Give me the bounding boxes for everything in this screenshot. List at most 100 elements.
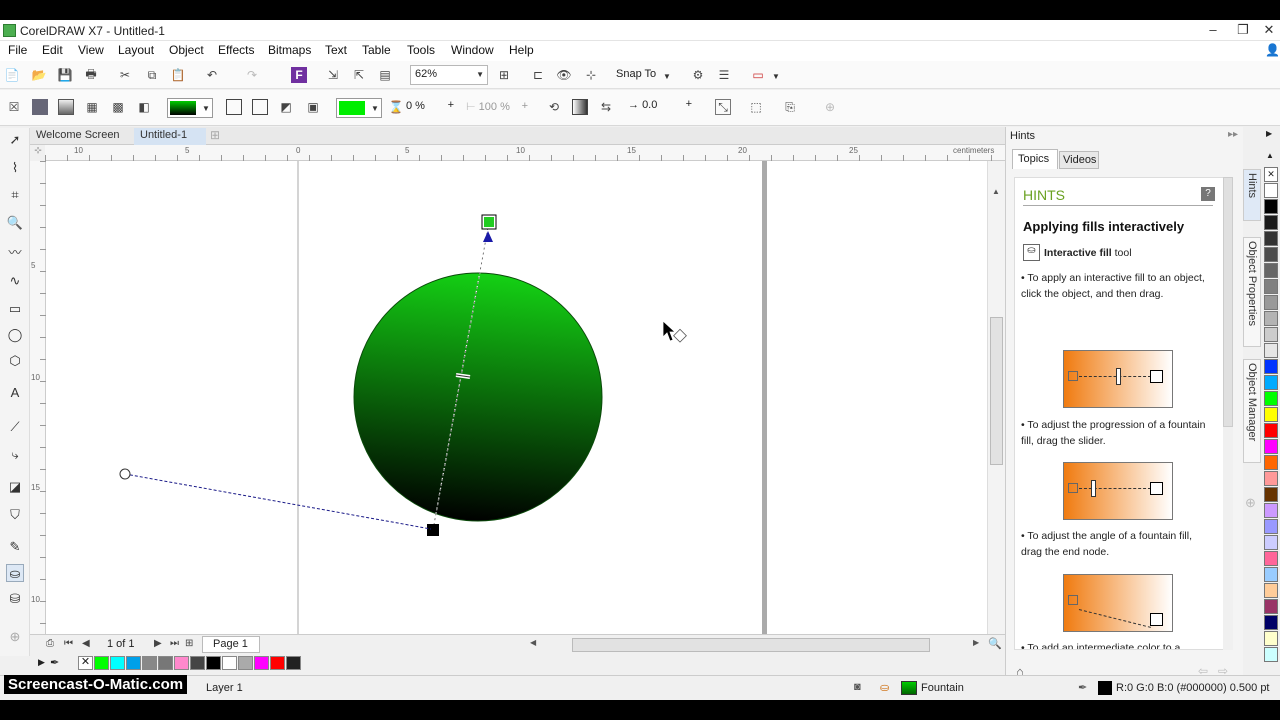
reverse-fill-icon[interactable]: ⟲ — [546, 99, 562, 115]
free-scale-skew-icon[interactable]: ⤡ — [715, 99, 731, 115]
redo-icon[interactable]: ↷ — [244, 67, 260, 83]
options-icon[interactable]: ⚙ — [690, 67, 706, 83]
color-swatch[interactable] — [1264, 391, 1278, 406]
color-swatch[interactable] — [1264, 327, 1278, 342]
color-swatch[interactable] — [1264, 311, 1278, 326]
angle-handle[interactable] — [119, 468, 131, 480]
color-swatch[interactable] — [142, 656, 157, 670]
show-grid-icon[interactable]: 👁 — [556, 67, 572, 83]
add-tool-icon[interactable]: ⊕ — [6, 628, 24, 646]
color-swatch[interactable] — [1264, 359, 1278, 374]
save-icon[interactable]: 💾 — [57, 67, 73, 83]
color-swatch[interactable] — [1264, 551, 1278, 566]
scroll-thumb[interactable] — [990, 317, 1003, 465]
drop-shadow-tool-icon[interactable]: ◪ — [6, 478, 24, 496]
pattern-fill-icon[interactable]: ▦ — [84, 99, 100, 115]
tab-videos[interactable]: Videos — [1059, 151, 1099, 169]
menu-effects[interactable]: Effects — [218, 43, 254, 57]
add-icon[interactable]: ⊕ — [822, 99, 838, 115]
docker-tab-object-manager[interactable]: Object Manager — [1243, 359, 1261, 463]
undo-icon[interactable]: ↶ — [204, 67, 220, 83]
mirror-fill-icon[interactable]: ⇆ — [598, 99, 614, 115]
color-swatch[interactable] — [174, 656, 189, 670]
docker-tab-object-properties[interactable]: Object Properties — [1243, 237, 1261, 347]
color-swatch[interactable] — [1264, 343, 1278, 358]
plus-icon[interactable]: + — [686, 98, 692, 110]
color-swatch[interactable] — [238, 656, 253, 670]
crop-tool-icon[interactable]: ⌗ — [6, 186, 24, 204]
page-layout-icon[interactable]: ⎙ — [46, 638, 54, 649]
menu-table[interactable]: Table — [362, 43, 391, 57]
drawing-canvas[interactable] — [46, 161, 988, 656]
outline-pen-icon[interactable]: ✒ — [1078, 681, 1087, 694]
menu-window[interactable]: Window — [451, 43, 494, 57]
texture-fill-icon[interactable]: ▩ — [110, 99, 126, 115]
show-rulers-icon[interactable]: ⊏ — [530, 67, 546, 83]
plus-icon[interactable]: + — [522, 100, 528, 112]
color-swatch[interactable] — [126, 656, 141, 670]
new-tab-icon[interactable]: ⊞ — [210, 128, 224, 142]
menu-layout[interactable]: Layout — [118, 43, 154, 57]
node-color-picker[interactable]: ▼ — [336, 98, 382, 118]
palette-arrow-icon[interactable]: ▶ — [38, 657, 45, 668]
rectangle-tool-icon[interactable]: ▭ — [6, 300, 24, 318]
color-swatch[interactable] — [1264, 263, 1278, 278]
color-swatch[interactable] — [1264, 599, 1278, 614]
artistic-media-tool-icon[interactable]: ∿ — [6, 272, 24, 290]
hints-scrollbar[interactable] — [1223, 177, 1233, 650]
start-node[interactable] — [427, 524, 439, 536]
zoom-tool-icon[interactable]: 🔍 — [6, 214, 24, 232]
publish-pdf-icon[interactable]: ▤ — [377, 67, 393, 83]
acceleration-field[interactable]: → 0.0 + — [628, 98, 698, 117]
pick-tool-icon[interactable]: ➚ — [6, 131, 24, 149]
scroll-right-icon[interactable]: ▶ — [973, 638, 979, 647]
color-swatch[interactable] — [1264, 423, 1278, 438]
gradient-circle[interactable] — [353, 272, 603, 522]
connector-tool-icon[interactable]: ⤷ — [6, 446, 24, 464]
search-content-icon[interactable]: F — [291, 67, 307, 83]
open-icon[interactable]: 📂 — [31, 67, 47, 83]
color-swatch[interactable] — [1264, 503, 1278, 518]
menu-edit[interactable]: Edit — [42, 43, 63, 57]
color-swatch[interactable] — [1264, 487, 1278, 502]
color-swatch[interactable] — [270, 656, 285, 670]
color-swatch[interactable] — [1264, 535, 1278, 550]
color-swatch[interactable] — [1264, 295, 1278, 310]
horizontal-scroll-thumb[interactable] — [572, 638, 930, 652]
fountain-fill-icon[interactable] — [58, 99, 74, 115]
application-launcher-icon[interactable]: ☰ — [716, 67, 732, 83]
color-swatch[interactable] — [190, 656, 205, 670]
text-tool-icon[interactable]: A — [6, 384, 24, 402]
color-swatch[interactable] — [1264, 231, 1278, 246]
close-button[interactable]: ✕ — [1260, 22, 1278, 38]
palette-scroll-up-icon[interactable]: ▲ — [1266, 151, 1274, 160]
no-color-swatch[interactable]: ✕ — [1264, 167, 1278, 182]
color-swatch[interactable] — [1264, 583, 1278, 598]
color-swatch[interactable] — [158, 656, 173, 670]
menu-view[interactable]: View — [78, 43, 104, 57]
hints-scroll-thumb[interactable] — [1223, 177, 1233, 427]
menu-object[interactable]: Object — [169, 43, 204, 57]
color-swatch[interactable] — [1264, 631, 1278, 646]
color-eyedropper-tool-icon[interactable]: ✎ — [6, 538, 24, 556]
conical-fountain-icon[interactable]: ◩ — [278, 99, 294, 115]
freehand-tool-icon[interactable]: 〰 — [6, 244, 24, 262]
rectangular-fountain-icon[interactable]: ▣ — [305, 99, 321, 115]
add-docker-icon[interactable]: ⊕ — [1245, 495, 1256, 511]
cut-icon[interactable]: ✂ — [117, 67, 133, 83]
ellipse-tool-icon[interactable]: ◯ — [6, 326, 24, 344]
previous-page-icon[interactable]: ◀ — [82, 638, 90, 649]
scroll-left-icon[interactable]: ◀ — [530, 638, 536, 647]
color-swatch[interactable] — [1264, 279, 1278, 294]
node-position-field[interactable]: ⊢ 100 % + — [466, 98, 528, 118]
paste-icon[interactable]: 📋 — [170, 67, 186, 83]
color-swatch[interactable] — [1264, 519, 1278, 534]
fill-bucket-icon[interactable]: ⛀ — [880, 681, 889, 694]
color-swatch[interactable] — [286, 656, 301, 670]
transparency-tool-icon[interactable]: ⛉ — [6, 506, 24, 524]
edit-fill-icon[interactable]: ⬚ — [748, 99, 764, 115]
minimize-button[interactable]: – — [1204, 22, 1222, 38]
page-tab[interactable]: Page 1 — [202, 636, 260, 653]
import-icon[interactable]: ⇲ — [325, 67, 341, 83]
scroll-up-icon[interactable]: ▲ — [992, 187, 1000, 196]
